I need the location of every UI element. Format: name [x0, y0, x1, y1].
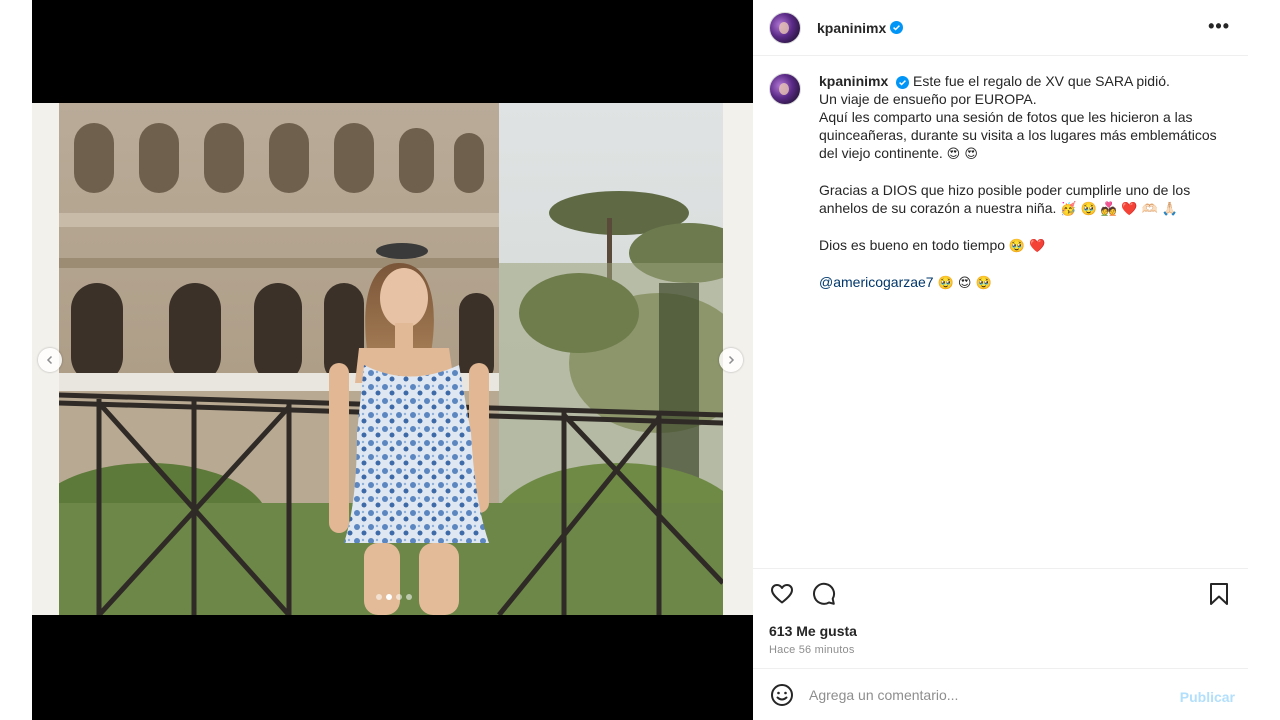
comment-button[interactable]	[811, 581, 837, 607]
save-button[interactable]	[1206, 581, 1232, 607]
carousel-next-button[interactable]	[719, 348, 743, 372]
carousel-dot	[406, 594, 412, 600]
post-sidebar: kpaninimx ••• kpaninimx Este fue el rega…	[753, 0, 1248, 720]
caption-text: kpaninimx Este fue el regalo de XV que S…	[819, 72, 1219, 293]
comment-icon	[813, 582, 836, 605]
carousel-dot	[376, 594, 382, 600]
post-media	[32, 0, 753, 720]
verified-badge-icon	[890, 21, 904, 34]
photo-illustration	[59, 103, 723, 615]
caption-username[interactable]: kpaninimx	[819, 73, 888, 89]
post-photo[interactable]	[59, 103, 723, 615]
mention-link[interactable]: @americogarzae7	[819, 274, 934, 290]
chevron-right-icon	[728, 355, 735, 365]
carousel-indicator	[376, 594, 412, 600]
caption-line-1: Este fue el regalo de XV que SARA pidió.	[913, 73, 1170, 89]
emoji-button[interactable]	[769, 682, 795, 708]
post-timestamp[interactable]: Hace 56 minutos	[769, 644, 855, 656]
caption-emoji-5: 🥹 ❤️	[1008, 239, 1046, 254]
media-frame	[32, 103, 753, 615]
comment-bar: Publicar	[753, 668, 1248, 720]
caption-line-3: Aquí les comparto una sesión de fotos qu…	[819, 109, 1217, 161]
caption-emoji-3: 😍 😍	[946, 147, 978, 162]
likes-count[interactable]: 613 Me gusta	[769, 623, 857, 639]
mention-emoji: 🥹 😍 🥹	[937, 276, 992, 291]
caption-line-5: Dios es bueno en todo tiempo	[819, 237, 1006, 253]
emoji-icon	[771, 683, 793, 706]
caption-emoji-4: 🥳 🥹 💑 ❤️ 🫶🏻 🙏🏻	[1060, 202, 1179, 217]
like-button[interactable]	[769, 581, 795, 607]
verified-badge-icon	[896, 75, 910, 89]
chevron-left-icon	[46, 355, 53, 365]
caption-avatar[interactable]	[769, 73, 801, 105]
carousel-dot-active	[386, 594, 392, 600]
carousel-prev-button[interactable]	[38, 348, 62, 372]
heart-icon	[771, 584, 793, 604]
post-caption: kpaninimx Este fue el regalo de XV que S…	[769, 72, 1229, 293]
more-options-button[interactable]: •••	[1208, 16, 1230, 36]
bookmark-icon	[1210, 583, 1228, 605]
post-header: kpaninimx •••	[753, 0, 1248, 56]
publish-button[interactable]: Publicar	[1180, 689, 1235, 705]
carousel-dot	[396, 594, 402, 600]
avatar[interactable]	[769, 11, 801, 44]
caption-line-2: Un viaje de ensueño por EUROPA.	[819, 91, 1037, 107]
post-actions: 613 Me gusta Hace 56 minutos	[753, 568, 1248, 668]
comment-input[interactable]	[809, 686, 1169, 703]
header-username[interactable]: kpaninimx	[817, 20, 886, 36]
